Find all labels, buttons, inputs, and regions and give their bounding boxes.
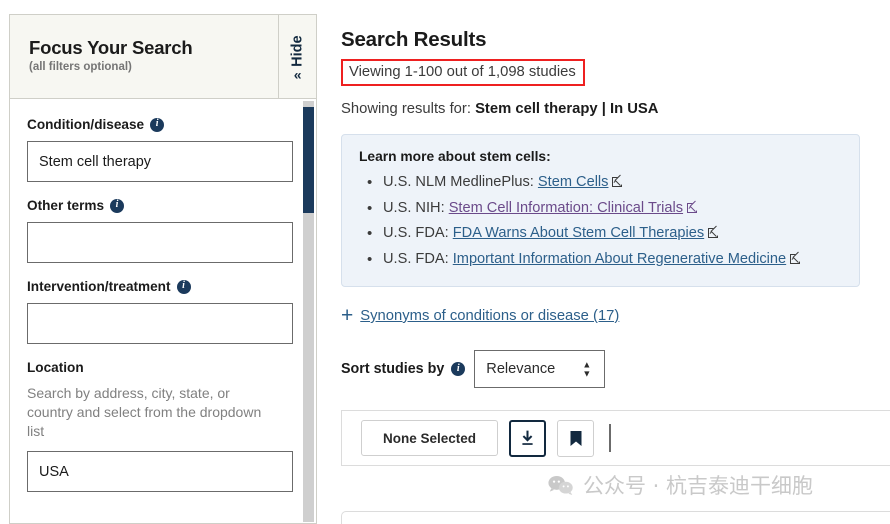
condition-disease-input[interactable] [27, 141, 293, 182]
synonyms-link-label[interactable]: Synonyms of conditions or disease (17) [360, 308, 619, 324]
next-result-card[interactable] [341, 511, 890, 524]
external-link-icon [790, 254, 800, 264]
plus-icon: + [341, 309, 353, 323]
sidebar-scrollbar[interactable] [303, 101, 314, 522]
source-prefix: U.S. NIH: [383, 200, 449, 216]
learn-link-regenerative-medicine[interactable]: Important Information About Regenerative… [453, 251, 786, 267]
other-terms-label: Other terms i [27, 198, 296, 213]
download-button[interactable] [509, 420, 546, 457]
learn-more-box: Learn more about stem cells: U.S. NLM Me… [341, 134, 860, 287]
focus-your-search-panel: Focus Your Search (all filters optional)… [9, 14, 317, 524]
bookmark-button[interactable] [557, 420, 594, 457]
info-icon[interactable]: i [177, 280, 191, 294]
sidebar-header-text: Focus Your Search (all filters optional) [10, 15, 278, 98]
chevron-left-double-icon: « [294, 66, 302, 82]
clinical-trials-search-page: Focus Your Search (all filters optional)… [0, 0, 890, 524]
learn-link-stem-cells[interactable]: Stem Cells [538, 174, 609, 190]
sort-select[interactable]: Relevance ▲ ▼ [474, 350, 605, 388]
showing-results-for: Showing results for: Stem cell therapy |… [341, 101, 890, 117]
viewing-count-text: Viewing 1-100 out of 1,098 studies [349, 64, 576, 80]
source-prefix: U.S. FDA: [383, 225, 453, 241]
external-link-icon [687, 203, 697, 213]
filter-intervention-treatment: Intervention/treatment i [27, 279, 296, 344]
sidebar-filters-body: Condition/disease i Other terms i Interv… [9, 99, 317, 524]
location-help-text: Search by address, city, state, or count… [27, 384, 277, 441]
download-icon [519, 430, 536, 447]
viewing-count-highlight: Viewing 1-100 out of 1,098 studies [341, 59, 585, 86]
filter-location: Location Search by address, city, state,… [27, 360, 296, 492]
condition-disease-label-text: Condition/disease [27, 117, 144, 132]
intervention-treatment-label: Intervention/treatment i [27, 279, 296, 294]
learn-more-list: U.S. NLM MedlinePlus: Stem Cells U.S. NI… [359, 170, 843, 272]
panel-title: Focus Your Search [29, 37, 278, 59]
sort-studies-label-text: Sort studies by [341, 361, 444, 377]
showing-results-prefix: Showing results for: [341, 101, 475, 117]
filter-other-terms: Other terms i [27, 198, 296, 263]
sidebar-scrollbar-thumb[interactable] [303, 107, 314, 213]
location-label-text: Location [27, 360, 84, 375]
sort-select-value: Relevance [486, 361, 555, 377]
external-link-icon [708, 228, 718, 238]
sidebar-header: Focus Your Search (all filters optional)… [9, 14, 317, 99]
results-toolbar: None Selected [341, 410, 890, 466]
location-input[interactable] [27, 451, 293, 492]
info-icon[interactable]: i [150, 118, 164, 132]
sort-studies-row: Sort studies by i Relevance ▲ ▼ [341, 350, 890, 388]
intervention-treatment-input[interactable] [27, 303, 293, 344]
showing-results-query: Stem cell therapy | In USA [475, 101, 658, 117]
synonyms-expander[interactable]: + Synonyms of conditions or disease (17) [341, 308, 619, 324]
list-item: U.S. FDA: FDA Warns About Stem Cell Ther… [359, 221, 843, 247]
info-icon[interactable]: i [110, 199, 124, 213]
scroll-up-arrow-icon[interactable] [305, 108, 311, 112]
none-selected-button[interactable]: None Selected [361, 420, 498, 456]
text-cursor [609, 424, 611, 452]
hide-button-inner: « Hide [290, 35, 306, 78]
panel-subtitle: (all filters optional) [29, 61, 278, 73]
source-prefix: U.S. NLM MedlinePlus: [383, 174, 538, 190]
learn-link-stem-cell-information[interactable]: Stem Cell Information: Clinical Trials [449, 200, 683, 216]
sort-studies-label: Sort studies by i [341, 361, 465, 377]
chevron-updown-icon: ▲ ▼ [582, 362, 591, 377]
list-item: U.S. NIH: Stem Cell Information: Clinica… [359, 196, 843, 222]
filter-condition-disease: Condition/disease i [27, 117, 296, 182]
search-results-main: Search Results Viewing 1-100 out of 1,09… [341, 0, 890, 524]
location-label: Location [27, 360, 296, 375]
list-item: U.S. NLM MedlinePlus: Stem Cells [359, 170, 843, 196]
page-title: Search Results [341, 28, 890, 52]
learn-link-fda-warns[interactable]: FDA Warns About Stem Cell Therapies [453, 225, 704, 241]
other-terms-input[interactable] [27, 222, 293, 263]
chevron-down-glyph: ▼ [582, 371, 591, 377]
external-link-icon [612, 177, 622, 187]
bookmark-icon [569, 430, 583, 447]
info-icon[interactable]: i [451, 362, 465, 376]
other-terms-label-text: Other terms [27, 198, 104, 213]
list-item: U.S. FDA: Important Information About Re… [359, 247, 843, 273]
learn-more-heading: Learn more about stem cells: [359, 149, 843, 164]
hide-button-label: Hide [290, 35, 306, 66]
source-prefix: U.S. FDA: [383, 251, 453, 267]
hide-panel-button[interactable]: « Hide [278, 15, 316, 98]
intervention-treatment-label-text: Intervention/treatment [27, 279, 171, 294]
chevron-up-glyph: ▲ [582, 362, 591, 368]
condition-disease-label: Condition/disease i [27, 117, 296, 132]
